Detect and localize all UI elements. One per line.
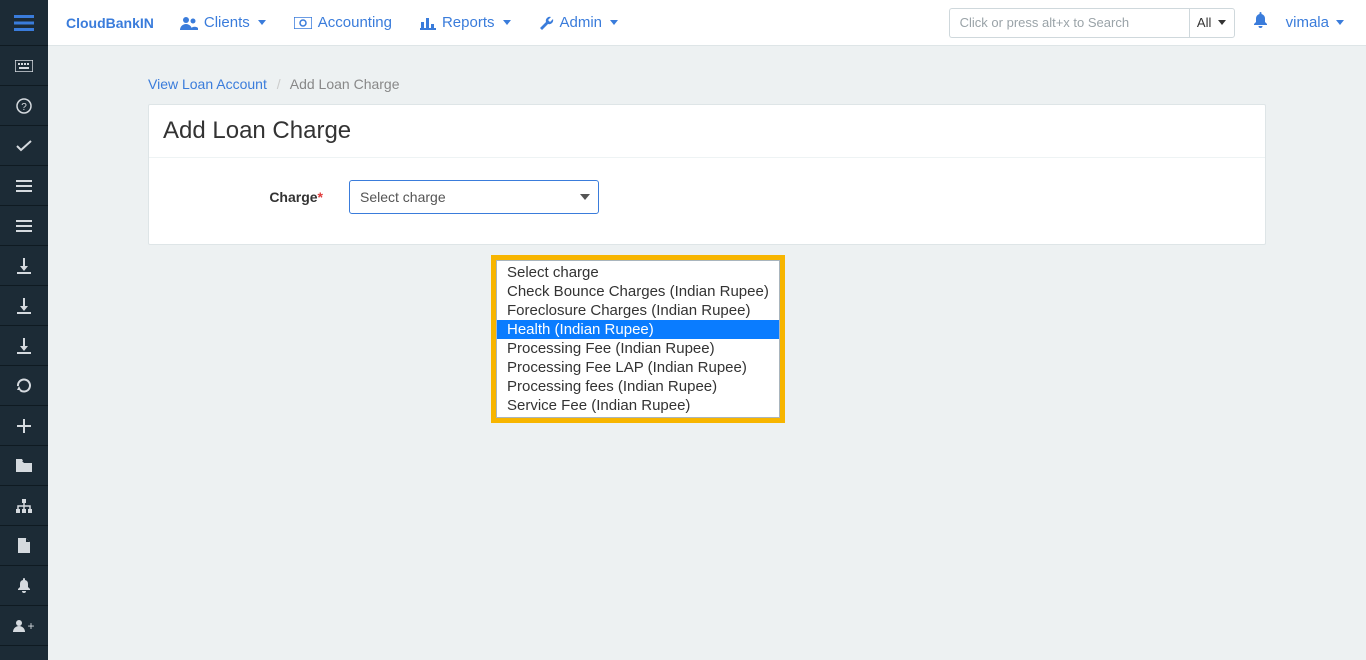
user-plus-icon: + <box>13 619 34 632</box>
list-alt-icon <box>16 220 32 232</box>
required-asterisk: * <box>318 189 323 205</box>
caret-down-icon <box>610 20 618 25</box>
user-menu[interactable]: vimala <box>1286 14 1344 31</box>
rail-item-download2[interactable] <box>0 286 48 326</box>
rail-item-notify[interactable] <box>0 566 48 606</box>
charge-select-options-highlight: Select chargeCheck Bounce Charges (India… <box>493 257 783 421</box>
caret-down-icon <box>1336 20 1344 25</box>
breadcrumb-current: Add Loan Charge <box>290 76 400 92</box>
rail-item-folder[interactable] <box>0 446 48 486</box>
rail-item-help[interactable]: ? <box>0 86 48 126</box>
caret-down-icon <box>1218 20 1226 25</box>
search-scope-label: All <box>1197 15 1211 30</box>
charge-label-text: Charge <box>269 189 317 205</box>
top-nav: CloudBankIN Clients Accounting Reports A… <box>48 0 1366 46</box>
rail-item-user-add[interactable]: + <box>0 606 48 646</box>
caret-down-icon <box>503 20 511 25</box>
page-title: Add Loan Charge <box>149 105 1265 158</box>
download-icon <box>17 338 31 354</box>
nav-admin[interactable]: Admin <box>539 14 619 31</box>
charge-select-value: Select charge <box>360 189 446 205</box>
refresh-icon <box>16 378 32 394</box>
rail-item-file[interactable] <box>0 526 48 566</box>
menu-toggle[interactable] <box>0 0 48 46</box>
breadcrumb-separator: / <box>277 76 281 92</box>
search-scope-dropdown[interactable]: All <box>1189 8 1235 38</box>
charge-option[interactable]: Select charge <box>497 263 779 282</box>
nav-clients-label: Clients <box>204 14 250 31</box>
nav-reports-label: Reports <box>442 14 495 31</box>
caret-down-icon <box>258 20 266 25</box>
plus-icon <box>17 419 31 433</box>
rail-item-download1[interactable] <box>0 246 48 286</box>
rail-item-keyboard[interactable] <box>0 46 48 86</box>
form-row-charge: Charge* Select charge <box>149 158 1265 214</box>
bell-icon <box>1253 12 1268 28</box>
charge-option[interactable]: Health (Indian Rupee) <box>497 320 779 339</box>
main-content: View Loan Account / Add Loan Charge Add … <box>48 46 1366 660</box>
nav-clients[interactable]: Clients <box>180 14 266 31</box>
user-name: vimala <box>1286 14 1329 31</box>
panel-add-loan-charge: Add Loan Charge Charge* Select charge Se… <box>148 104 1266 245</box>
nav-reports[interactable]: Reports <box>420 14 511 31</box>
money-icon <box>294 17 312 29</box>
rail-item-list2[interactable] <box>0 206 48 246</box>
charge-label: Charge* <box>149 189 349 205</box>
charge-option[interactable]: Check Bounce Charges (Indian Rupee) <box>497 282 779 301</box>
rail-item-download3[interactable] <box>0 326 48 366</box>
brand-logo[interactable]: CloudBankIN <box>66 15 154 31</box>
rail-item-list1[interactable] <box>0 166 48 206</box>
breadcrumb: View Loan Account / Add Loan Charge <box>148 76 1266 92</box>
check-icon <box>16 140 32 152</box>
rail-item-refresh[interactable] <box>0 366 48 406</box>
rail-item-check[interactable] <box>0 126 48 166</box>
charge-select[interactable]: Select charge <box>349 180 599 214</box>
chart-icon <box>420 16 436 30</box>
download-icon <box>17 258 31 274</box>
notifications-button[interactable] <box>1253 12 1268 33</box>
users-icon <box>180 16 198 30</box>
list-icon <box>16 180 32 192</box>
charge-option[interactable]: Service Fee (Indian Rupee) <box>497 396 779 415</box>
hamburger-icon <box>14 15 34 31</box>
chevron-down-icon <box>580 194 590 200</box>
charge-option[interactable]: Processing fees (Indian Rupee) <box>497 377 779 396</box>
charge-option[interactable]: Processing Fee LAP (Indian Rupee) <box>497 358 779 377</box>
nav-accounting[interactable]: Accounting <box>294 14 392 31</box>
search-group: All <box>949 8 1235 38</box>
charge-option[interactable]: Processing Fee (Indian Rupee) <box>497 339 779 358</box>
rail-item-add[interactable] <box>0 406 48 446</box>
svg-text:?: ? <box>21 102 27 113</box>
nav-admin-label: Admin <box>560 14 603 31</box>
download-icon <box>17 298 31 314</box>
folder-icon <box>16 459 32 472</box>
keyboard-icon <box>15 60 33 72</box>
wrench-icon <box>539 15 554 30</box>
left-rail: ? <box>0 0 48 660</box>
search-input[interactable] <box>949 8 1189 38</box>
question-circle-icon: ? <box>16 98 32 114</box>
charge-select-options: Select chargeCheck Bounce Charges (India… <box>496 260 780 418</box>
nav-accounting-label: Accounting <box>318 14 392 31</box>
sitemap-icon <box>16 499 32 513</box>
breadcrumb-back-link[interactable]: View Loan Account <box>148 76 267 92</box>
bell-icon <box>17 578 31 593</box>
charge-option[interactable]: Foreclosure Charges (Indian Rupee) <box>497 301 779 320</box>
file-icon <box>18 538 30 553</box>
rail-item-org[interactable] <box>0 486 48 526</box>
